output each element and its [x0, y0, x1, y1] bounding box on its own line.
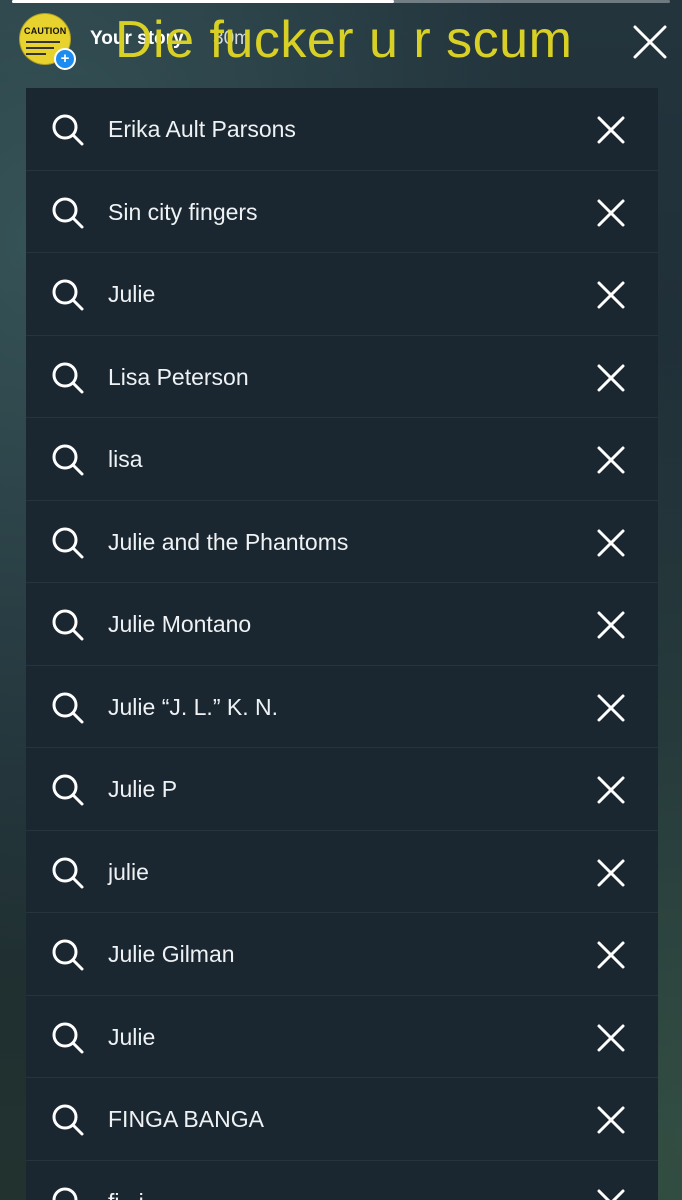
close-icon[interactable]	[596, 528, 626, 558]
search-icon	[51, 526, 85, 560]
search-history-item[interactable]: Erika Ault Parsons	[26, 88, 658, 171]
search-history-item[interactable]: Julie “J. L.” K. N.	[26, 666, 658, 748]
search-history-item[interactable]: Lisa Peterson	[26, 336, 658, 418]
search-history-label: Lisa Peterson	[108, 363, 249, 390]
search-history-label: Julie	[108, 1023, 156, 1050]
search-history-label: Erika Ault Parsons	[108, 116, 296, 142]
search-history-label: julie	[108, 858, 149, 885]
close-icon[interactable]	[596, 858, 626, 888]
search-icon	[51, 608, 85, 642]
close-icon[interactable]	[596, 115, 626, 145]
search-history-item[interactable]: Julie Gilman	[26, 913, 658, 996]
close-icon	[633, 25, 667, 59]
recent-searches-list: Erika Ault Parsons Sin city fingers Julie L…	[26, 88, 658, 1200]
search-icon	[51, 443, 85, 477]
avatar-line	[26, 53, 46, 55]
search-icon	[51, 938, 85, 972]
search-icon	[51, 278, 85, 312]
search-icon	[51, 1021, 85, 1055]
search-icon	[51, 361, 85, 395]
search-history-label: Julie “J. L.” K. N.	[108, 693, 278, 720]
search-history-label: Julie Gilman	[108, 941, 235, 967]
close-icon[interactable]	[596, 1105, 626, 1135]
search-history-label: Julie Montano	[108, 611, 252, 637]
avatar-caution-text: CAUTION	[24, 26, 67, 36]
search-history-item[interactable]: julie	[26, 831, 658, 913]
avatar-line	[26, 47, 54, 49]
search-history-item[interactable]: Julie P	[26, 748, 658, 831]
search-history-label: fi...i...	[108, 1161, 163, 1200]
search-icon	[51, 1186, 85, 1200]
close-icon[interactable]	[596, 1023, 626, 1053]
close-icon[interactable]	[596, 610, 626, 640]
search-history-label: Julie P	[108, 776, 178, 802]
search-history-item[interactable]: lisa	[26, 418, 658, 501]
search-history-label: FINGA BANGA	[108, 1106, 264, 1132]
close-icon[interactable]	[596, 198, 626, 228]
search-history-item[interactable]: Julie	[26, 996, 658, 1078]
search-history-item[interactable]: fi...i...	[26, 1161, 658, 1200]
add-story-badge[interactable]: +	[54, 48, 76, 70]
search-icon	[51, 1103, 85, 1137]
close-icon[interactable]	[596, 1188, 626, 1200]
close-icon[interactable]	[596, 445, 626, 475]
search-history-label: Julie	[108, 281, 156, 307]
story-overlay-text: Die fucker u r scum	[115, 11, 573, 69]
close-icon[interactable]	[596, 363, 626, 393]
search-history-label: Sin city fingers	[108, 198, 258, 225]
search-icon	[51, 773, 85, 807]
close-icon[interactable]	[596, 280, 626, 310]
search-icon	[51, 113, 85, 147]
avatar-line	[26, 41, 60, 43]
search-history-label: Julie and the Phantoms	[108, 528, 349, 555]
close-icon[interactable]	[596, 940, 626, 970]
search-history-label: lisa	[108, 446, 143, 472]
close-icon[interactable]	[596, 775, 626, 805]
search-history-item[interactable]: Sin city fingers	[26, 171, 658, 253]
search-icon	[51, 691, 85, 725]
search-history-item[interactable]: Julie and the Phantoms	[26, 501, 658, 583]
close-icon[interactable]	[596, 693, 626, 723]
story-header: CAUTION + Your story 30m Die fucker u r …	[0, 0, 682, 80]
search-icon	[51, 196, 85, 230]
search-icon	[51, 856, 85, 890]
search-history-item[interactable]: FINGA BANGA	[26, 1078, 658, 1161]
search-history-item[interactable]: Julie Montano	[26, 583, 658, 666]
search-history-item[interactable]: Julie	[26, 253, 658, 336]
close-story-button[interactable]	[630, 22, 670, 62]
